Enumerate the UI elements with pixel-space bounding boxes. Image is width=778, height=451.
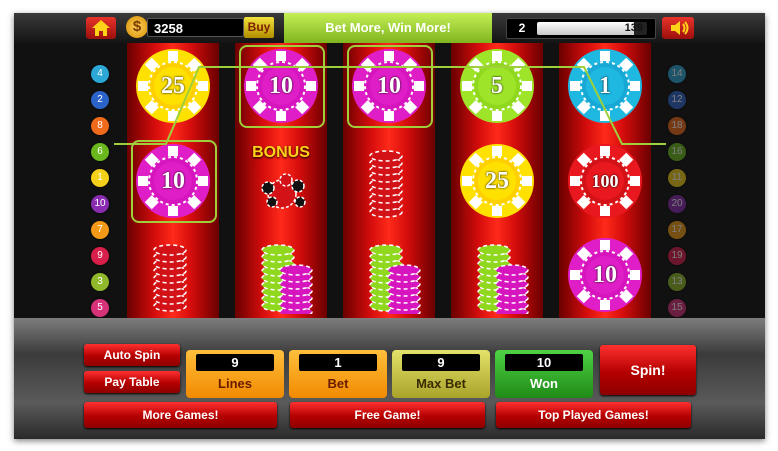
pay-table-button[interactable]: Pay Table bbox=[84, 371, 180, 393]
payline-button[interactable]: 1 bbox=[91, 169, 109, 187]
lines-label: Lines bbox=[218, 376, 252, 391]
free-game-button[interactable]: Free Game! bbox=[290, 402, 485, 428]
bet-selector[interactable]: 1 Bet bbox=[289, 350, 387, 398]
payline-button[interactable]: 18 bbox=[668, 117, 686, 135]
payline-button[interactable]: 14 bbox=[668, 65, 686, 83]
chip-stack-symbol bbox=[350, 142, 428, 220]
payline-button[interactable]: 17 bbox=[668, 221, 686, 239]
max-bet-label: Max Bet bbox=[416, 376, 466, 391]
chip-stack-icon bbox=[369, 150, 403, 218]
win-highlight-frame bbox=[239, 45, 325, 128]
speaker-icon bbox=[671, 21, 689, 35]
level-display: 2 139 bbox=[506, 18, 656, 39]
won-label: Won bbox=[530, 376, 558, 391]
payline-button[interactable]: 11 bbox=[668, 169, 686, 187]
home-button[interactable] bbox=[86, 17, 116, 39]
chip-stack-symbol bbox=[134, 236, 212, 314]
won-value: 10 bbox=[505, 354, 583, 371]
coin-icon: $ bbox=[126, 16, 148, 38]
payline-button[interactable]: 13 bbox=[668, 273, 686, 291]
reel-5: 1 100 10 bbox=[559, 43, 651, 318]
win-highlight-frame bbox=[131, 140, 217, 223]
payline-button[interactable]: 3 bbox=[91, 273, 109, 291]
chip-value-label: 10 bbox=[593, 262, 617, 288]
home-icon bbox=[92, 20, 110, 36]
payline-button[interactable]: 5 bbox=[91, 299, 109, 317]
payline-button[interactable]: 20 bbox=[668, 195, 686, 213]
xp-value: 139 bbox=[624, 22, 643, 34]
game-window: $ 3258 Buy Bet More, Win More! 2 139 25 1… bbox=[14, 13, 765, 439]
chip-value-label: 25 bbox=[485, 168, 509, 194]
reel-area: 25 10 10 BONUS 10 5 25 1 100 10 4 2 8 6 1 10 7 9 3 5 14 12 1… bbox=[14, 43, 765, 318]
chip-stack-symbol bbox=[242, 236, 320, 318]
chip-100-red-symbol: 100 bbox=[566, 142, 644, 220]
chip-value-label: 1 bbox=[599, 73, 611, 99]
xp-progress-bar: 139 bbox=[537, 22, 647, 35]
level-number: 2 bbox=[518, 21, 526, 35]
chip-stack-icon bbox=[477, 244, 529, 318]
chip-1-blue-symbol: 1 bbox=[566, 47, 644, 125]
chip-value-label: 25 bbox=[161, 73, 185, 99]
lines-value: 9 bbox=[196, 354, 274, 371]
top-bar: $ 3258 Buy Bet More, Win More! 2 139 bbox=[14, 13, 765, 43]
bonus-symbol: BONUS bbox=[242, 142, 320, 220]
payline-button[interactable]: 12 bbox=[668, 91, 686, 109]
more-games-button[interactable]: More Games! bbox=[84, 402, 277, 428]
payline-button[interactable]: 2 bbox=[91, 91, 109, 109]
bet-label: Bet bbox=[327, 376, 349, 391]
bet-value: 1 bbox=[299, 354, 377, 371]
chip-stack-icon bbox=[153, 244, 187, 312]
balance-display: 3258 bbox=[147, 18, 244, 37]
chip-stack-icon bbox=[261, 244, 313, 318]
payline-button[interactable]: 6 bbox=[91, 143, 109, 161]
payline-button[interactable]: 8 bbox=[91, 117, 109, 135]
payline-button[interactable]: 19 bbox=[668, 247, 686, 265]
sound-button[interactable] bbox=[662, 17, 694, 39]
chip-25-yellow-symbol: 25 bbox=[134, 47, 212, 125]
payline-button[interactable]: 16 bbox=[668, 143, 686, 161]
top-played-games-button[interactable]: Top Played Games! bbox=[496, 402, 691, 428]
payline-button[interactable]: 4 bbox=[91, 65, 109, 83]
control-panel: Auto Spin Pay Table 9 Lines 1 Bet 9 Max … bbox=[14, 318, 765, 439]
scattered-chips-icon bbox=[261, 173, 306, 209]
buy-button[interactable]: Buy bbox=[244, 17, 274, 38]
lines-selector[interactable]: 9 Lines bbox=[186, 350, 284, 398]
auto-spin-button[interactable]: Auto Spin bbox=[84, 344, 180, 366]
chip-value-label: 100 bbox=[591, 171, 619, 191]
chip-5-green-symbol: 5 bbox=[458, 47, 536, 125]
chip-value-label: 5 bbox=[491, 73, 503, 99]
payline-button[interactable]: 10 bbox=[91, 195, 109, 213]
reel-4: 5 25 bbox=[451, 43, 543, 318]
chip-stack-symbol bbox=[350, 236, 428, 318]
won-display: 10 Won bbox=[495, 350, 593, 398]
chip-stack-symbol bbox=[458, 236, 536, 318]
payline-button[interactable]: 9 bbox=[91, 247, 109, 265]
xp-progress-fill bbox=[537, 22, 634, 35]
promo-banner: Bet More, Win More! bbox=[284, 13, 492, 43]
payline-button[interactable]: 7 bbox=[91, 221, 109, 239]
chip-10-magenta-symbol: 10 bbox=[566, 236, 644, 314]
max-bet-button[interactable]: 9 Max Bet bbox=[392, 350, 490, 398]
win-highlight-frame bbox=[347, 45, 433, 128]
spin-button[interactable]: Spin! bbox=[600, 345, 696, 395]
chip-25-yellow-symbol: 25 bbox=[458, 142, 536, 220]
chip-stack-icon bbox=[369, 244, 421, 318]
payline-button[interactable]: 15 bbox=[668, 299, 686, 317]
max-bet-value: 9 bbox=[402, 354, 480, 371]
